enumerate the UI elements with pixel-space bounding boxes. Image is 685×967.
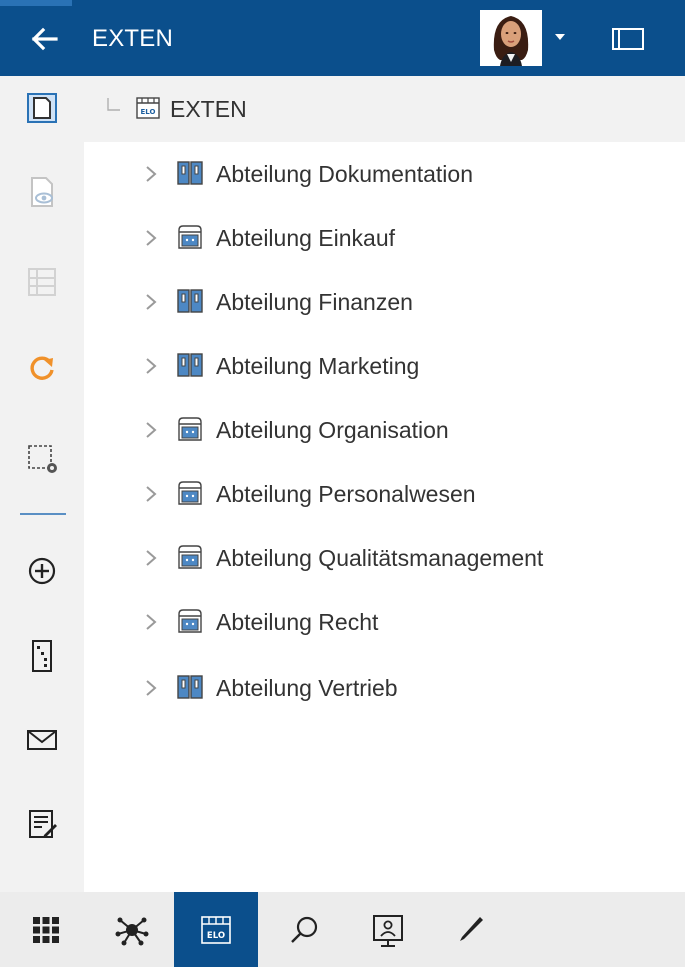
cabinet-icon xyxy=(178,417,202,441)
refresh-icon xyxy=(30,356,54,380)
edit-note-button[interactable] xyxy=(12,794,72,854)
chevron-right-icon[interactable] xyxy=(144,420,158,440)
preview-document-icon xyxy=(31,177,53,207)
tree-item-abteilung-organisation[interactable]: Abteilung Organisation xyxy=(84,398,685,462)
tree-item-label: Abteilung Vertrieb xyxy=(216,675,398,701)
tree-item-abteilung-vertrieb[interactable]: Abteilung Vertrieb xyxy=(84,656,685,720)
chevron-right-icon[interactable] xyxy=(144,356,158,376)
chevron-right-icon[interactable] xyxy=(144,548,158,568)
chevron-right-icon[interactable] xyxy=(144,228,158,248)
tree-item-label: Abteilung Einkauf xyxy=(216,225,396,251)
archive-icon: ELO xyxy=(136,97,160,119)
repository-button[interactable]: ELO xyxy=(174,892,258,967)
network-button[interactable] xyxy=(90,892,174,967)
apps-button[interactable] xyxy=(4,892,88,967)
user-avatar[interactable] xyxy=(480,10,542,66)
app-header: EXTEN xyxy=(0,0,685,76)
panel-layout-icon xyxy=(612,28,644,50)
presentation-icon xyxy=(373,914,403,947)
network-icon xyxy=(115,917,149,945)
add-button[interactable] xyxy=(12,541,72,601)
tree-item-label: Abteilung Dokumentation xyxy=(216,161,473,187)
tree-connector-icon xyxy=(107,98,120,111)
binder-icon xyxy=(177,675,203,699)
pen-icon xyxy=(460,916,483,941)
user-menu-caret[interactable] xyxy=(553,30,567,44)
selection-settings-icon xyxy=(28,445,57,473)
binder-icon xyxy=(177,161,203,185)
caret-down-icon xyxy=(555,34,565,40)
selection-settings-button[interactable] xyxy=(12,428,72,488)
folder-structure-button[interactable] xyxy=(12,626,72,686)
edit-note-icon xyxy=(29,810,57,838)
chevron-right-icon[interactable] xyxy=(144,678,158,698)
mail-button[interactable] xyxy=(12,710,72,770)
tree-item-label: Abteilung Organisation xyxy=(216,417,449,443)
pen-button[interactable] xyxy=(428,892,512,967)
bottom-navigation-bar: ELO xyxy=(0,892,685,967)
list-view-icon xyxy=(28,268,56,296)
cabinet-icon xyxy=(178,225,202,249)
chevron-right-icon[interactable] xyxy=(144,292,158,312)
tree-item-abteilung-qualitaetsmanagement[interactable]: Abteilung Qualitätsmanagement xyxy=(84,526,685,590)
add-circle-icon xyxy=(28,557,56,585)
tree-item-abteilung-marketing[interactable]: Abteilung Marketing xyxy=(84,334,685,398)
header-accent-tab xyxy=(0,0,72,6)
new-document-icon xyxy=(27,93,57,123)
svg-text:ELO: ELO xyxy=(141,108,156,116)
tree-item-label: Abteilung Finanzen xyxy=(216,289,413,315)
new-document-button[interactable] xyxy=(12,78,72,138)
tree-item-label: Abteilung Personalwesen xyxy=(216,481,476,507)
tree-item-label: Abteilung Marketing xyxy=(216,353,420,379)
tree-item-abteilung-personalwesen[interactable]: Abteilung Personalwesen xyxy=(84,462,685,526)
tree-root-row[interactable]: ELO EXTEN xyxy=(84,76,685,142)
toolbar-separator xyxy=(20,513,66,515)
tree-root-label: EXTEN xyxy=(170,96,247,122)
mail-icon xyxy=(27,730,57,750)
presentation-button[interactable] xyxy=(346,892,430,967)
search-button[interactable] xyxy=(262,892,346,967)
refresh-button[interactable] xyxy=(12,338,72,398)
left-toolbar xyxy=(0,76,84,892)
cabinet-icon xyxy=(178,609,202,633)
tree-item-label: Abteilung Recht xyxy=(216,609,379,635)
binder-icon xyxy=(177,353,203,377)
svg-text:ELO: ELO xyxy=(207,931,225,941)
preview-button[interactable] xyxy=(12,162,72,222)
list-view-button[interactable] xyxy=(12,252,72,312)
cabinet-icon xyxy=(178,545,202,569)
arrow-left-icon xyxy=(31,27,58,51)
back-button[interactable] xyxy=(28,22,62,56)
tree-item-label: Abteilung Qualitätsmanagement xyxy=(216,545,544,571)
tree-item-abteilung-finanzen[interactable]: Abteilung Finanzen xyxy=(84,270,685,334)
cabinet-icon xyxy=(178,481,202,505)
repository-icon: ELO xyxy=(201,915,231,944)
chevron-right-icon[interactable] xyxy=(144,484,158,504)
binder-icon xyxy=(177,289,203,313)
search-icon xyxy=(291,916,318,943)
chevron-right-icon[interactable] xyxy=(144,612,158,632)
panel-toggle-button[interactable] xyxy=(610,26,646,52)
folder-structure-icon xyxy=(32,640,52,672)
repository-title: EXTEN xyxy=(92,25,174,52)
chevron-right-icon[interactable] xyxy=(144,164,158,184)
tree-item-abteilung-dokumentation[interactable]: Abteilung Dokumentation xyxy=(84,142,685,206)
tree-item-abteilung-einkauf[interactable]: Abteilung Einkauf xyxy=(84,206,685,270)
apps-grid-icon xyxy=(33,916,59,943)
tree-item-abteilung-recht[interactable]: Abteilung Recht xyxy=(84,590,685,654)
